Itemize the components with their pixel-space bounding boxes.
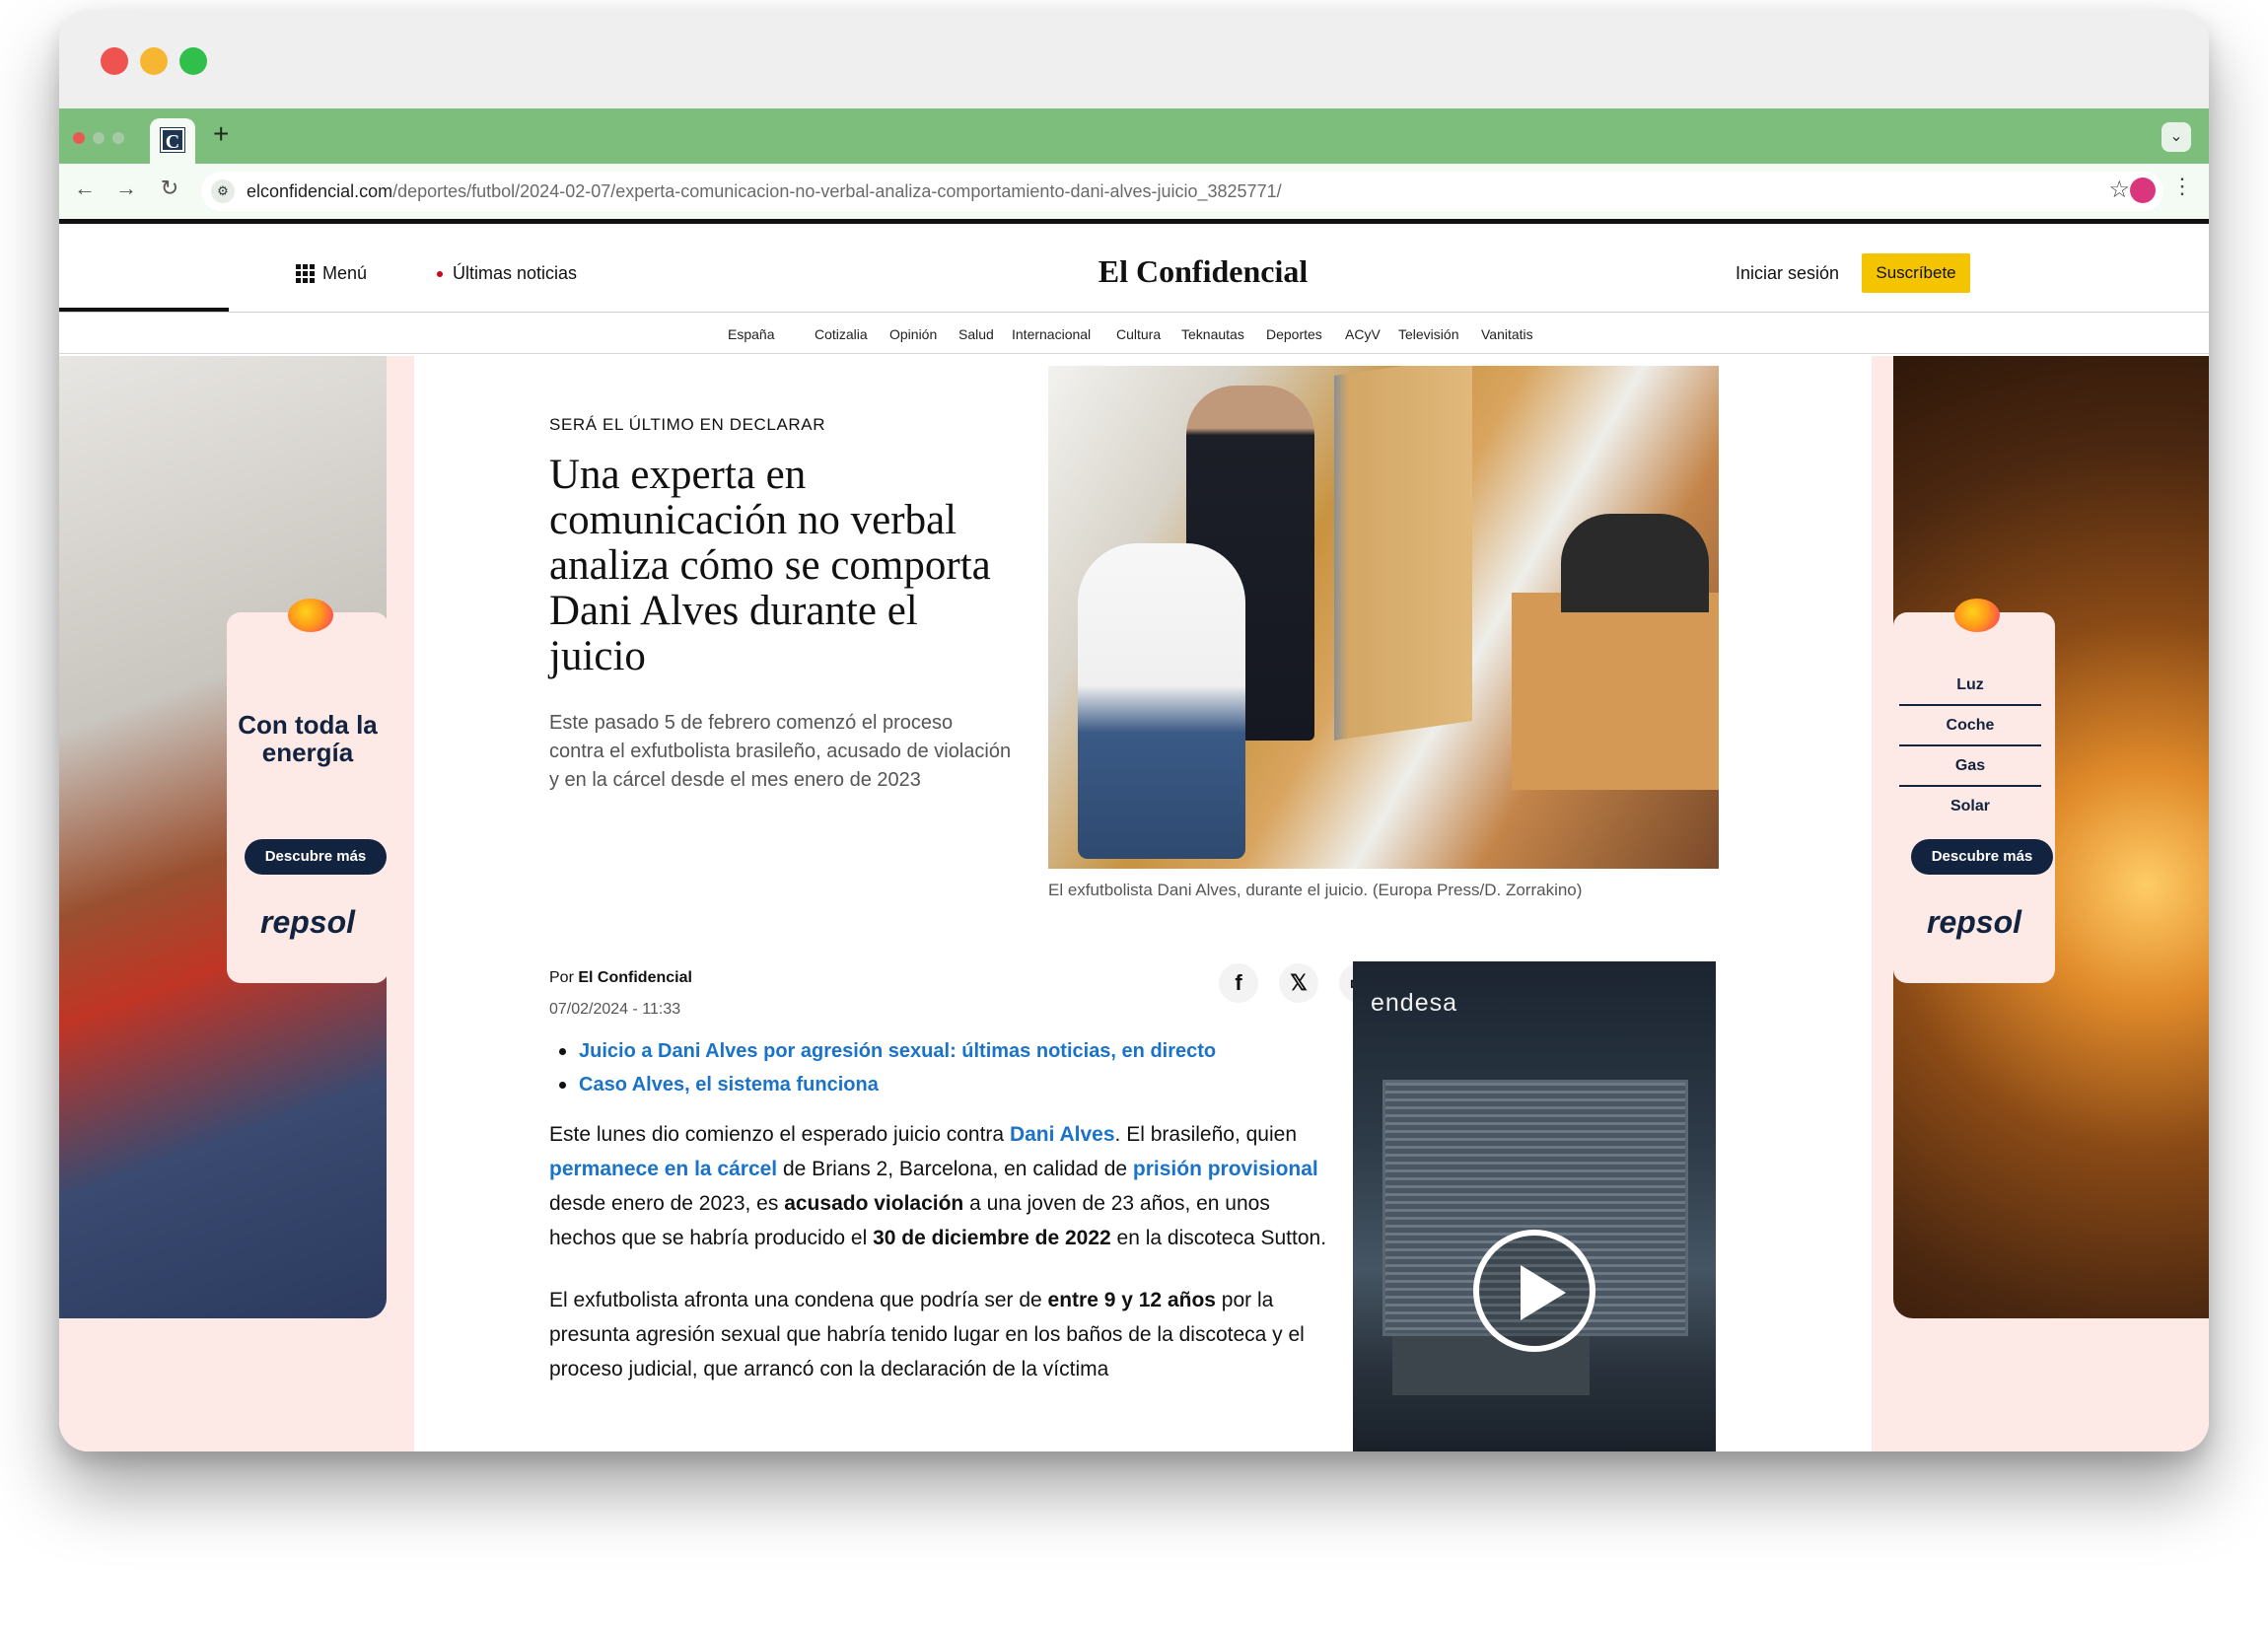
profile-avatar[interactable] — [2130, 177, 2156, 203]
login-link[interactable]: Iniciar sesión — [1736, 263, 1839, 284]
p1-text-4: desde enero de 2023, es — [549, 1192, 785, 1215]
forward-arrow-icon[interactable]: → — [110, 176, 142, 201]
reload-icon[interactable]: ↻ — [154, 176, 185, 201]
facebook-share-icon[interactable]: f — [1219, 963, 1258, 1003]
ad-headline: Con toda la energía — [238, 710, 378, 767]
ad-discover-button-right[interactable]: Descubre más — [1911, 839, 2053, 875]
link-carcel[interactable]: permanece en la cárcel — [549, 1158, 777, 1180]
photo-caption: El exfutbolista Dani Alves, durante el j… — [1048, 881, 1583, 899]
ad-card-right: Luz Coche Gas Solar Descubre más repsol — [1893, 599, 2055, 983]
section-link-opinion[interactable]: Opinión — [889, 326, 937, 342]
article-kicker: SERÁ EL ÚLTIMO EN DECLARAR — [549, 415, 826, 434]
maximize-window-button[interactable] — [179, 47, 207, 75]
ad-item-luz[interactable]: Luz — [1899, 666, 2041, 706]
ad-brand-logo-right: repsol — [1926, 904, 2022, 940]
photo-lawyers — [1561, 514, 1709, 612]
related-links: Juicio a Dani Alves por agresión sexual:… — [559, 1034, 1348, 1101]
ad-skyscraper-right[interactable]: Luz Coche Gas Solar Descubre más repsol — [1872, 356, 2209, 1451]
video-ad-endesa[interactable]: endesa — [1353, 961, 1716, 1451]
ad-skyscraper-left[interactable]: Con toda la energía Descubre más repsol — [59, 356, 414, 1451]
section-link-internacional[interactable]: Internacional — [1012, 326, 1091, 342]
url-path: /deportes/futbol/2024-02-07/experta-comu… — [392, 181, 1282, 201]
p2-text-1: El exfutbolista afronta una condena que … — [549, 1289, 1048, 1311]
paragraph-1: Este lunes dio comienzo el esperado juic… — [549, 1117, 1338, 1255]
section-link-vanitatis[interactable]: Vanitatis — [1481, 326, 1533, 342]
url-domain: elconfidencial.com — [247, 181, 393, 201]
new-tab-button[interactable]: + — [213, 118, 229, 150]
minimize-window-button[interactable] — [140, 47, 168, 75]
browser-window: C + ⌄ ← → ↻ ⚙ elconfidencial.com/deporte… — [59, 10, 2209, 1451]
repsol-flame-icon — [1954, 599, 2000, 632]
repsol-flame-icon — [288, 599, 333, 632]
url-text[interactable]: elconfidencial.com/deportes/futbol/2024-… — [247, 181, 1282, 202]
photo-defendant — [1078, 543, 1245, 859]
link-prision-provisional[interactable]: prisión provisional — [1133, 1158, 1318, 1180]
p1-text-3: de Brians 2, Barcelona, en calidad de — [777, 1158, 1133, 1180]
address-bar[interactable]: ⚙ elconfidencial.com/deportes/futbol/202… — [201, 172, 2163, 211]
section-link-cultura[interactable]: Cultura — [1116, 326, 1161, 342]
ad-discover-button-left[interactable]: Descubre más — [245, 839, 387, 875]
section-link-salud[interactable]: Salud — [958, 326, 994, 342]
site-favicon-icon: C — [160, 127, 185, 153]
section-link-teknautas[interactable]: Teknautas — [1181, 326, 1244, 342]
ad-brand-logo-left: repsol — [259, 904, 356, 940]
p1-text-1: Este lunes dio comienzo el esperado juic… — [549, 1123, 1010, 1146]
hero-photo-courtroom[interactable] — [1048, 366, 1719, 869]
ad-card-left: Con toda la energía Descubre más repsol — [227, 599, 389, 983]
header-divider — [59, 312, 2209, 313]
browser-menu-kebab-icon[interactable]: ⋮ — [2171, 174, 2193, 199]
web-page: Menú Últimas noticias El Confidencial In… — [59, 219, 2209, 1451]
window-titlebar — [59, 10, 2209, 108]
related-link-opinion[interactable]: Caso Alves, el sistema funciona — [559, 1068, 1348, 1101]
bookmark-star-icon[interactable]: ☆ — [2108, 176, 2130, 204]
endesa-logo: endesa — [1371, 989, 1458, 1017]
p1-bold-1: acusado violación — [784, 1192, 964, 1215]
play-icon[interactable] — [1473, 1230, 1595, 1352]
photo-panel — [1334, 366, 1472, 741]
inner-maximize-dot[interactable] — [112, 132, 124, 144]
p1-text-6: en la discoteca Sutton. — [1110, 1227, 1327, 1249]
section-link-deportes[interactable]: Deportes — [1266, 326, 1322, 342]
article-body: Este lunes dio comienzo el esperado juic… — [549, 1117, 1338, 1414]
ad-item-coche[interactable]: Coche — [1899, 706, 2041, 746]
close-window-button[interactable] — [101, 47, 128, 75]
byline: Por El Confidencial — [549, 969, 692, 987]
browser-tab-elconfidencial[interactable]: C — [150, 118, 195, 164]
inner-close-dot[interactable] — [73, 132, 85, 144]
author-link[interactable]: El Confidencial — [578, 969, 692, 986]
ad-item-solar[interactable]: Solar — [1899, 787, 2041, 827]
back-arrow-icon[interactable]: ← — [69, 176, 101, 201]
photo-desk — [1512, 593, 1719, 790]
subscribe-button[interactable]: Suscríbete — [1862, 253, 1970, 293]
publish-date: 07/02/2024 - 11:33 — [549, 1001, 681, 1018]
stage: C + ⌄ ← → ↻ ⚙ elconfidencial.com/deporte… — [0, 0, 2268, 1627]
tab-search-chevron-icon[interactable]: ⌄ — [2162, 122, 2191, 152]
logo-text: El Confidencial — [1098, 253, 1309, 289]
p2-bold-1: entre 9 y 12 años — [1047, 1289, 1216, 1311]
section-link-espana[interactable]: España — [728, 326, 774, 342]
section-link-cotizalia[interactable]: Cotizalia — [815, 326, 868, 342]
site-info-icon[interactable]: ⚙ — [211, 179, 235, 203]
p1-text-2: . El brasileño, quien — [1114, 1123, 1297, 1146]
inner-minimize-dot[interactable] — [93, 132, 105, 144]
article-dek: Este pasado 5 de febrero comenzó el proc… — [549, 712, 1012, 791]
article-headline: Una experta en comunicación no verbal an… — [549, 452, 991, 679]
section-link-television[interactable]: Televisión — [1398, 326, 1458, 342]
tab-strip: C + ⌄ — [59, 108, 2209, 164]
p1-bold-2: 30 de diciembre de 2022 — [873, 1227, 1111, 1249]
ad-item-gas[interactable]: Gas — [1899, 746, 2041, 787]
x-share-icon[interactable]: 𝕏 — [1279, 963, 1318, 1003]
related-link-live[interactable]: Juicio a Dani Alves por agresión sexual:… — [559, 1034, 1348, 1068]
section-link-acyv[interactable]: ACyV — [1345, 326, 1381, 342]
browser-toolbar: ← → ↻ ⚙ elconfidencial.com/deportes/futb… — [59, 164, 2209, 219]
link-dani-alves[interactable]: Dani Alves — [1010, 1123, 1115, 1146]
byline-prefix: Por — [549, 969, 574, 986]
site-header: Menú Últimas noticias El Confidencial In… — [59, 224, 2209, 315]
paragraph-2: El exfutbolista afronta una condena que … — [549, 1283, 1338, 1386]
section-nav: España Cotizalia Opinión Salud Internaci… — [59, 315, 2209, 354]
ad-product-list: Luz Coche Gas Solar — [1899, 666, 2041, 827]
